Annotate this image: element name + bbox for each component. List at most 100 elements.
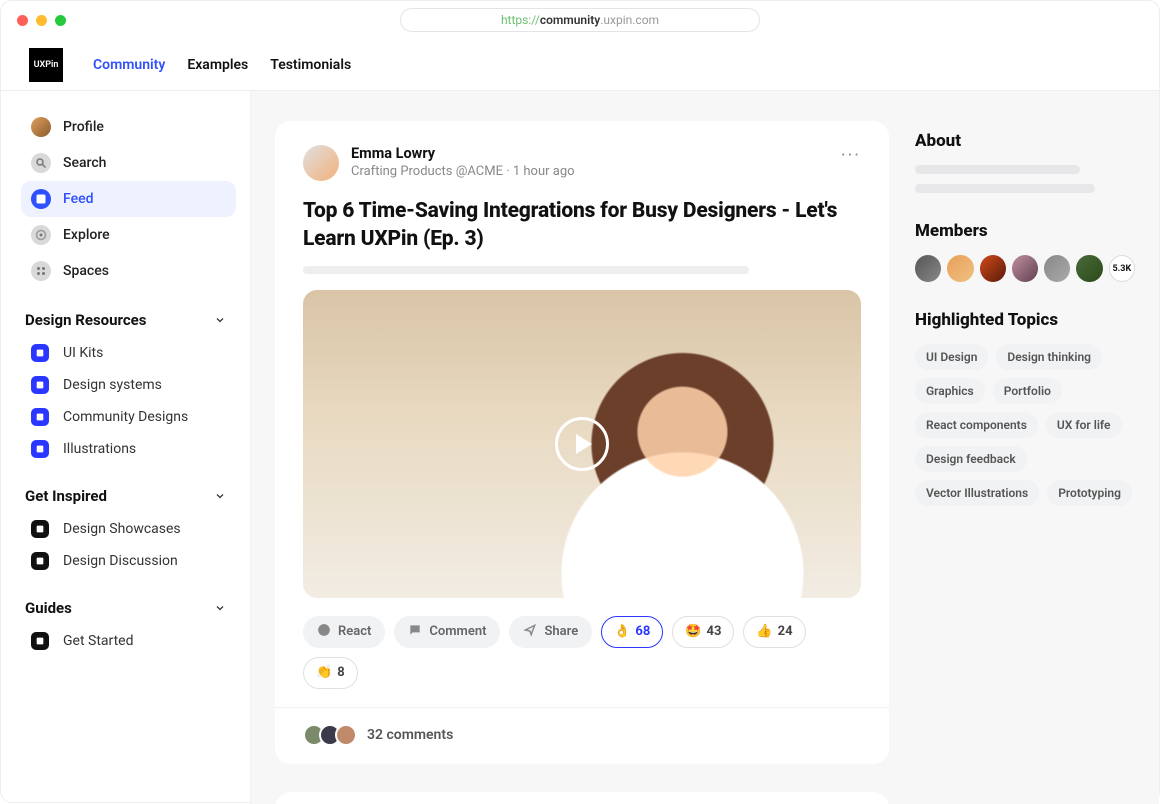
avatar-icon xyxy=(31,117,51,137)
sidebar-item-label: Search xyxy=(63,155,106,171)
brand-logo[interactable]: UXPin xyxy=(29,48,63,82)
sidebar-item-explore[interactable]: Explore xyxy=(21,217,236,253)
sidebar: Profile Search Feed Explore Spaces Design Re… xyxy=(1,91,251,804)
sidebar-item-label: Get Started xyxy=(63,633,134,649)
maximize-dot[interactable] xyxy=(55,15,66,26)
members-row[interactable]: 5.3K xyxy=(915,255,1135,282)
close-dot[interactable] xyxy=(17,15,28,26)
member-avatar[interactable] xyxy=(980,255,1006,282)
nav-link-testimonials[interactable]: Testimonials xyxy=(270,57,351,73)
sidebar-item-design-systems[interactable]: Design systems xyxy=(21,369,236,401)
sidebar-item-label: Spaces xyxy=(63,263,109,279)
section-header-guides[interactable]: Guides xyxy=(25,599,226,617)
window-controls[interactable] xyxy=(17,15,66,26)
reaction-count: 68 xyxy=(635,624,650,639)
minimize-dot[interactable] xyxy=(36,15,47,26)
react-button[interactable]: React xyxy=(303,616,385,648)
sidebar-item-label: Design Discussion xyxy=(63,553,178,569)
share-icon xyxy=(523,623,537,641)
author-name[interactable]: Emma Lowry xyxy=(351,145,575,162)
sidebar-item-get-started[interactable]: Get Started xyxy=(21,625,236,657)
explore-icon xyxy=(31,225,51,245)
member-avatar[interactable] xyxy=(1012,255,1038,282)
topic-tag[interactable]: Design thinking xyxy=(996,344,1102,370)
topic-tag[interactable]: Vector Illustrations xyxy=(915,480,1039,506)
chevron-down-icon xyxy=(214,314,226,326)
post-video-thumbnail[interactable] xyxy=(303,290,861,598)
feed-icon xyxy=(31,189,51,209)
nav-link-community[interactable]: Community xyxy=(93,57,165,73)
url-rest: .uxpin.com xyxy=(600,13,659,27)
sidebar-item-design-showcases[interactable]: Design Showcases xyxy=(21,513,236,545)
topic-tag[interactable]: Design feedback xyxy=(915,446,1027,472)
member-avatar[interactable] xyxy=(947,255,973,282)
topic-tag[interactable]: Prototyping xyxy=(1047,480,1132,506)
avatar xyxy=(335,724,357,746)
author-avatar[interactable] xyxy=(303,145,339,181)
section-title: Get Inspired xyxy=(25,487,107,505)
sidebar-item-spaces[interactable]: Spaces xyxy=(21,253,236,289)
post-more-icon[interactable]: ··· xyxy=(841,145,861,166)
right-sidebar: About Members 5.3K Highlighted Topics xyxy=(915,121,1135,774)
post-card: Emma Lowry Crafting Products @ACME · 1 h… xyxy=(275,121,889,764)
sidebar-item-ui-kits[interactable]: UI Kits xyxy=(21,337,236,369)
topic-tag[interactable]: Graphics xyxy=(915,378,985,404)
sidebar-item-label: Feed xyxy=(63,191,93,207)
sidebar-item-profile[interactable]: Profile xyxy=(21,109,236,145)
reaction-count: 24 xyxy=(778,624,793,639)
main-content: Emma Lowry Crafting Products @ACME · 1 h… xyxy=(251,91,1159,804)
sidebar-item-community-designs[interactable]: Community Designs xyxy=(21,401,236,433)
top-nav: UXPin Community Examples Testimonials xyxy=(1,39,1159,91)
post-excerpt-skeleton xyxy=(303,266,749,274)
reaction-emoji: 👏 xyxy=(316,665,332,680)
comment-button[interactable]: Comment xyxy=(394,616,500,648)
comments-count: 32 comments xyxy=(367,727,453,743)
post-card: Jimmy Hexington Principal Designer @ Rub… xyxy=(275,792,889,804)
commenter-avatars xyxy=(303,724,357,746)
sidebar-item-design-discussion[interactable]: Design Discussion xyxy=(21,545,236,577)
about-skeleton xyxy=(915,165,1080,174)
nav-link-examples[interactable]: Examples xyxy=(187,57,248,73)
resource-icon xyxy=(31,552,49,570)
author-subline: Crafting Products @ACME · 1 hour ago xyxy=(351,164,575,179)
reaction-👏[interactable]: 👏8 xyxy=(303,657,358,689)
reaction-count: 8 xyxy=(337,665,344,680)
sidebar-item-label: Illustrations xyxy=(63,441,136,457)
search-icon xyxy=(31,153,51,173)
section-header-design-resources[interactable]: Design Resources xyxy=(25,311,226,329)
comments-summary[interactable]: 32 comments xyxy=(275,707,889,746)
topic-tag[interactable]: UI Design xyxy=(915,344,988,370)
member-avatar[interactable] xyxy=(915,255,941,282)
reaction-emoji: 👍 xyxy=(756,624,772,639)
chevron-down-icon xyxy=(214,490,226,502)
play-icon[interactable] xyxy=(555,417,609,471)
resource-icon xyxy=(31,344,49,362)
chevron-down-icon xyxy=(214,602,226,614)
reaction-👌[interactable]: 👌68 xyxy=(601,616,663,648)
topic-tag[interactable]: Portfolio xyxy=(993,378,1062,404)
topic-tag[interactable]: React components xyxy=(915,412,1038,438)
share-button[interactable]: Share xyxy=(509,616,592,648)
sidebar-item-label: Explore xyxy=(63,227,110,243)
spaces-icon xyxy=(31,261,51,281)
sidebar-item-illustrations[interactable]: Illustrations xyxy=(21,433,236,465)
member-avatar[interactable] xyxy=(1076,255,1102,282)
topics-heading: Highlighted Topics xyxy=(915,310,1135,330)
url-bar[interactable]: https://community.uxpin.com xyxy=(400,8,760,32)
topic-tag[interactable]: UX for life xyxy=(1046,412,1122,438)
reaction-👍[interactable]: 👍 24 xyxy=(743,616,805,648)
member-avatar[interactable] xyxy=(1044,255,1070,282)
resource-icon xyxy=(31,376,49,394)
members-count-badge[interactable]: 5.3K xyxy=(1109,255,1135,282)
reaction-🤩[interactable]: 🤩43 xyxy=(672,616,734,648)
sidebar-item-label: Community Designs xyxy=(63,409,188,425)
resource-icon xyxy=(31,632,49,650)
resource-icon xyxy=(31,440,49,458)
section-header-get-inspired[interactable]: Get Inspired xyxy=(25,487,226,505)
sidebar-item-feed[interactable]: Feed xyxy=(21,181,236,217)
resource-icon xyxy=(31,408,49,426)
section-title: Guides xyxy=(25,599,72,617)
action-label: React xyxy=(338,624,371,639)
sidebar-item-search[interactable]: Search xyxy=(21,145,236,181)
url-protocol: https:// xyxy=(501,13,540,27)
